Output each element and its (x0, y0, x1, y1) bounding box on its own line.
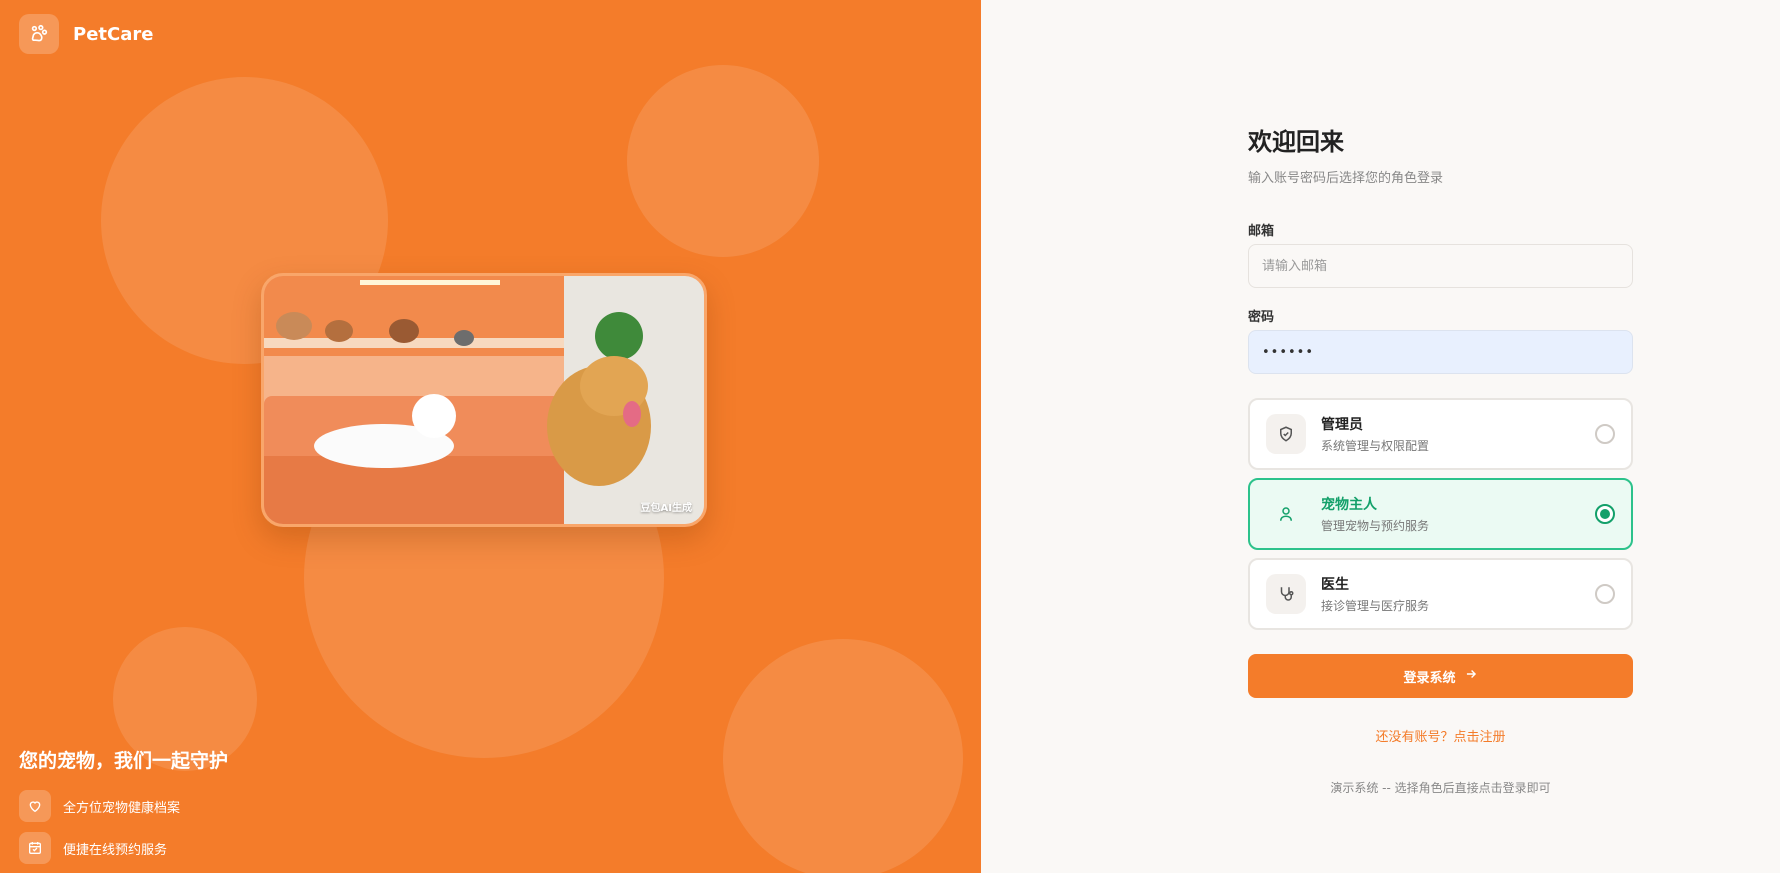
role-name: 医生 (1321, 577, 1349, 593)
role-text: 宠物主人 管理宠物与预约服务 (1321, 494, 1595, 534)
login-form: 欢迎回来 输入账号密码后选择您的角色登录 邮箱 密码 管理员 系统管理与权限配置… (1248, 122, 1633, 795)
password-field[interactable] (1248, 330, 1633, 374)
role-name: 管理员 (1321, 417, 1363, 433)
login-button[interactable]: 登录系统 (1248, 654, 1633, 698)
role-radio[interactable] (1595, 424, 1615, 444)
brand-name: PetCare (73, 23, 154, 45)
hero-tagline: 您的宠物，我们一起守护 (19, 750, 229, 772)
register-link[interactable]: 还没有账号？点击注册 (1248, 726, 1633, 745)
email-label: 邮箱 (1248, 224, 1275, 239)
email-field[interactable] (1248, 244, 1633, 288)
role-option-admin[interactable]: 管理员 系统管理与权限配置 (1248, 398, 1633, 470)
role-desc: 管理宠物与预约服务 (1321, 519, 1430, 533)
arrow-right-icon (1464, 667, 1478, 685)
heart-icon (19, 790, 51, 822)
login-panel: 欢迎回来 输入账号密码后选择您的角色登录 邮箱 密码 管理员 系统管理与权限配置… (981, 0, 1780, 873)
role-option-pet-owner[interactable]: 宠物主人 管理宠物与预约服务 (1248, 478, 1633, 550)
role-text: 医生 接诊管理与医疗服务 (1321, 574, 1595, 614)
login-button-label: 登录系统 (1403, 670, 1456, 686)
role-desc: 系统管理与权限配置 (1321, 439, 1430, 453)
role-radio[interactable] (1595, 504, 1615, 524)
role-desc: 接诊管理与医疗服务 (1321, 599, 1430, 613)
role-name: 宠物主人 (1321, 497, 1377, 513)
user-icon (1266, 494, 1306, 534)
feature-label: 便捷在线预约服务 (63, 842, 168, 858)
hero-panel: PetCare 豆包AI生成 您的宠物，我们一起守护 全方位宠物健康档案 便捷在… (0, 0, 981, 873)
hero-image: 豆包AI生成 (261, 273, 707, 527)
decor-circle (627, 65, 819, 257)
role-text: 管理员 系统管理与权限配置 (1321, 414, 1595, 454)
stethoscope-icon (1266, 574, 1306, 614)
password-label: 密码 (1248, 310, 1275, 325)
paw-icon (19, 14, 59, 54)
decor-circle (723, 639, 963, 873)
role-option-doctor[interactable]: 医生 接诊管理与医疗服务 (1248, 558, 1633, 630)
page-title: 欢迎回来 (1248, 128, 1344, 156)
brand[interactable]: PetCare (19, 14, 153, 54)
feature-label: 全方位宠物健康档案 (63, 800, 181, 816)
calendar-icon (19, 832, 51, 864)
ai-generated-tag: 豆包AI生成 (640, 503, 692, 514)
shield-check-icon (1266, 414, 1306, 454)
page-subtitle: 输入账号密码后选择您的角色登录 (1248, 171, 1444, 186)
feature-item: 便捷在线预约服务 (19, 832, 167, 864)
feature-item: 全方位宠物健康档案 (19, 790, 180, 822)
demo-note: 演示系统 -- 选择角色后直接点击登录即可 (1330, 781, 1551, 795)
role-radio[interactable] (1595, 584, 1615, 604)
